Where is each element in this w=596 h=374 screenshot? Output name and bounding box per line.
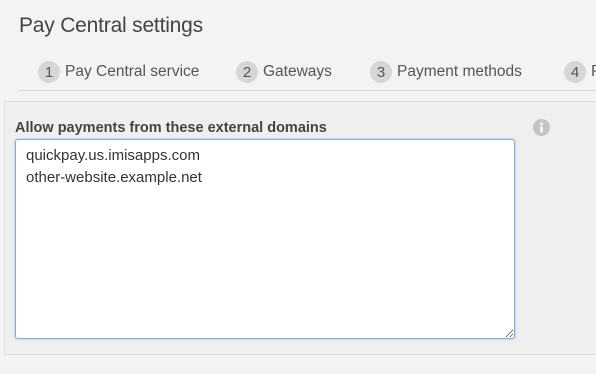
- allowed-domains-textarea[interactable]: quickpay.us.imisapps.com other-website.e…: [15, 139, 515, 339]
- tab-label: Gateways: [263, 63, 332, 80]
- tab-number-badge: 3: [370, 61, 392, 83]
- domains-textarea-wrapper: quickpay.us.imisapps.com other-website.e…: [15, 139, 515, 339]
- page-title: Pay Central settings: [19, 14, 203, 37]
- tab-label: Payment methods: [397, 63, 522, 80]
- tab-number-badge: 4: [564, 61, 586, 83]
- tab-number-badge: 2: [236, 61, 258, 83]
- settings-tabs: 1 Pay Central service 2 Gateways 3 Payme…: [19, 57, 596, 91]
- tab-pay-central-service[interactable]: 1 Pay Central service: [38, 60, 199, 84]
- tab-label: P: [591, 63, 596, 81]
- tab-4[interactable]: 4 P: [564, 60, 596, 84]
- tab-payment-methods[interactable]: 3 Payment methods: [370, 60, 522, 84]
- domains-label: Allow payments from these external domai…: [15, 120, 327, 136]
- info-icon[interactable]: [533, 119, 550, 136]
- tab-number-badge: 1: [38, 61, 60, 83]
- tab-gateways[interactable]: 2 Gateways: [236, 60, 332, 84]
- tab-label: Pay Central service: [65, 63, 200, 80]
